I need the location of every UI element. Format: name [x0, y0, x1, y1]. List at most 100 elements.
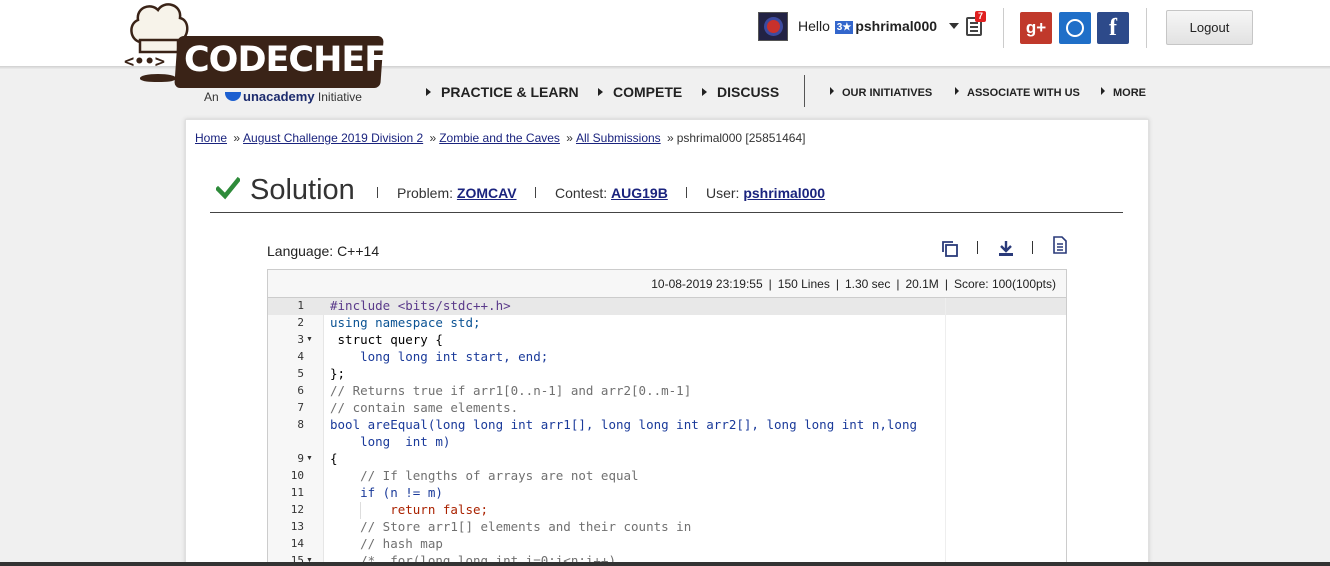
code-line: bool areEqual(long long int arr1[], long…	[330, 417, 917, 432]
line-number: 7	[297, 401, 304, 414]
code-line: {	[330, 451, 338, 466]
breadcrumb-contest[interactable]: August Challenge 2019 Division 2	[243, 131, 423, 145]
title-underline	[210, 212, 1123, 213]
divider	[686, 187, 687, 198]
contest-label: Contest:	[555, 185, 608, 201]
unacademy-icon	[225, 92, 242, 101]
problem-link[interactable]: ZOMCAV	[457, 185, 517, 201]
line-number: 13	[290, 520, 304, 533]
line-number: 12	[290, 503, 304, 516]
contest-link[interactable]: AUG19B	[611, 185, 668, 201]
contest-info: Contest: AUG19B	[555, 185, 668, 201]
breadcrumb-separator: »	[233, 131, 241, 145]
logo-tagline: An unacademy Initiative	[204, 89, 362, 104]
user-info: User: pshrimal000	[706, 185, 825, 201]
nav-our-initiatives[interactable]: OUR INITIATIVES	[830, 87, 932, 99]
divider	[1146, 8, 1147, 48]
breadcrumb-separator: »	[667, 131, 674, 145]
print-margin	[945, 298, 946, 566]
tagline-brand: unacademy	[243, 89, 315, 104]
line-count: 150 Lines	[777, 277, 830, 291]
username: pshrimal000	[855, 18, 938, 34]
document-icon[interactable]	[1051, 236, 1069, 254]
line-number: 11	[290, 486, 304, 499]
code-line: long int m)	[330, 434, 451, 449]
code-line: // contain same elements.	[330, 400, 519, 415]
nav-more[interactable]: MORE	[1101, 87, 1146, 99]
line-number: 10	[290, 469, 304, 482]
window-bottom-edge	[0, 562, 1330, 566]
user-label: User:	[706, 185, 740, 201]
facebook-icon[interactable]: f	[1097, 12, 1129, 44]
code-line: struct query {	[330, 332, 443, 347]
problem-info: Problem: ZOMCAV	[397, 185, 517, 201]
code-line: using namespace std;	[330, 315, 481, 330]
divider	[535, 187, 536, 198]
divider	[377, 187, 378, 198]
line-number: 6	[297, 384, 304, 397]
logo-wordmark: CODECHEF	[184, 40, 388, 80]
line-number: 14	[290, 537, 304, 550]
check-icon	[216, 176, 240, 200]
line-number: 8	[297, 418, 304, 431]
run-time: 1.30 sec	[844, 277, 891, 291]
divider	[1003, 8, 1004, 48]
user-menu[interactable]: Hello 3★ pshrimal000	[798, 18, 959, 34]
user-link[interactable]: pshrimal000	[743, 185, 825, 201]
fold-toggle-icon[interactable]: ▼	[306, 336, 313, 343]
breadcrumb-separator: »	[566, 131, 573, 145]
line-number: 3	[297, 333, 304, 346]
submission-stats: 10-08-2019 23:19:55 | 150 Lines | 1.30 sec | 2…	[268, 270, 1066, 298]
line-number: 2	[297, 316, 304, 329]
nav-compete[interactable]: COMPETE	[598, 84, 682, 100]
line-number: 5	[297, 367, 304, 380]
notification-count: 7	[975, 11, 987, 22]
divider	[1032, 241, 1033, 254]
divider	[977, 241, 978, 254]
language-label: Language: C++14	[267, 243, 380, 259]
github-icon[interactable]	[1059, 12, 1091, 44]
rating-badge: 3★	[834, 21, 854, 34]
code-line: long long int start, end;	[330, 349, 549, 364]
nav-discuss[interactable]: DISCUSS	[702, 84, 779, 100]
chevron-down-icon[interactable]	[948, 23, 959, 29]
logo-face: <••>	[124, 52, 165, 72]
nav-divider	[804, 75, 805, 107]
copy-icon[interactable]	[941, 240, 959, 258]
breadcrumb-separator: »	[429, 131, 437, 145]
breadcrumb-all-submissions[interactable]: All Submissions	[576, 131, 661, 145]
breadcrumb: Home » August Challenge 2019 Division 2 »…	[195, 131, 805, 145]
nav-associate-with-us[interactable]: ASSOCIATE WITH US	[955, 87, 1080, 99]
line-number: 1	[297, 299, 304, 312]
code-viewer[interactable]: 10-08-2019 23:19:55 | 150 Lines | 1.30 sec | 2…	[267, 269, 1067, 566]
breadcrumb-problem[interactable]: Zombie and the Caves	[439, 131, 560, 145]
avatar[interactable]	[758, 12, 788, 41]
code-line: #include <bits/stdc++.h>	[330, 298, 511, 313]
line-number: 4	[297, 350, 304, 363]
mustache-icon	[140, 74, 176, 82]
tagline-prefix: An	[204, 90, 219, 104]
code-line: // If lengths of arrays are not equal	[330, 468, 639, 483]
code-line: };	[330, 366, 346, 381]
tagline-suffix: Initiative	[317, 90, 362, 104]
code-line: // hash map	[330, 536, 443, 551]
google-plus-icon[interactable]: g+	[1020, 12, 1052, 44]
greeting-text: Hello	[798, 18, 830, 34]
breadcrumb-home[interactable]: Home	[195, 131, 227, 145]
code-line: // Returns true if arr1[0..n-1] and arr2…	[330, 383, 692, 398]
line-number: 9	[297, 452, 304, 465]
submission-date: 10-08-2019 23:19:55	[651, 277, 763, 291]
breadcrumb-current: pshrimal000 [25851464]	[676, 131, 806, 145]
code-line: // Store arr1[] elements and their count…	[330, 519, 692, 534]
page-title: Solution	[250, 174, 355, 206]
nav-practice-learn[interactable]: PRACTICE & LEARN	[426, 84, 579, 100]
score: Score: 100(100pts)	[953, 277, 1056, 291]
codechef-logo[interactable]: CODECHEF <••> An unacademy Initiative	[122, 2, 388, 110]
code-line: return false;	[330, 502, 489, 517]
code-line: if (n != m)	[330, 485, 443, 500]
problem-label: Problem:	[397, 185, 454, 201]
memory-usage: 20.1M	[905, 277, 939, 291]
fold-toggle-icon[interactable]: ▼	[306, 455, 313, 462]
logout-button[interactable]: Logout	[1166, 10, 1253, 45]
download-icon[interactable]	[997, 240, 1015, 258]
